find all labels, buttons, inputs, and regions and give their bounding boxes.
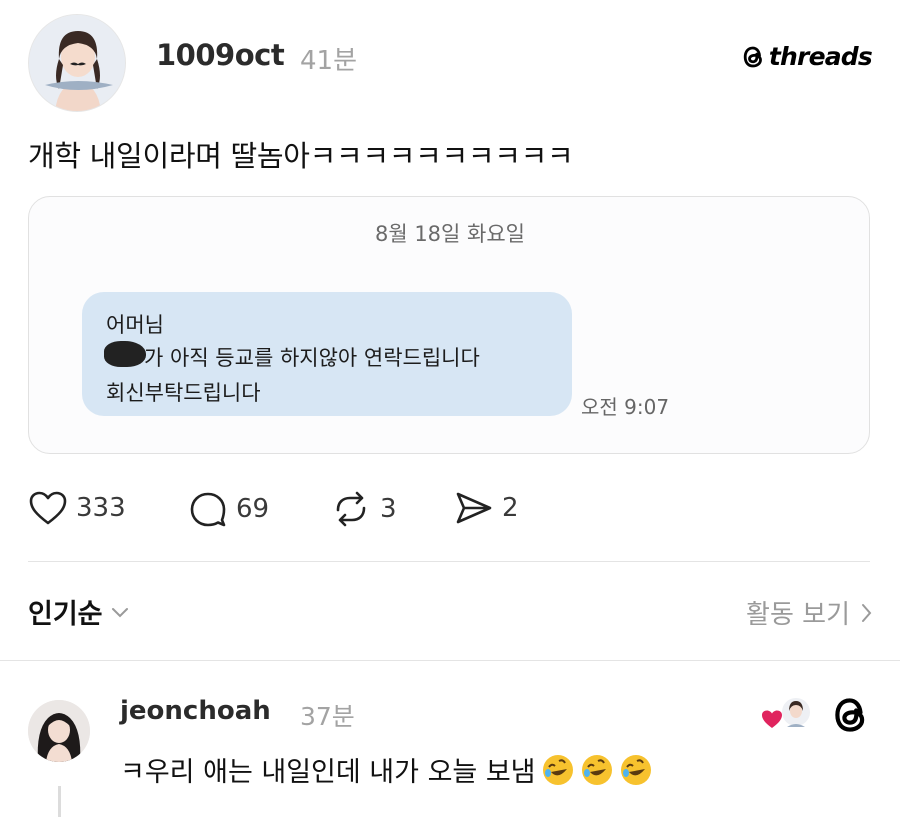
divider <box>0 660 900 661</box>
sort-dropdown[interactable]: 인기순 <box>28 592 129 631</box>
threads-wordmark: threads <box>768 42 873 71</box>
commenter-avatar[interactable] <box>28 700 90 762</box>
share-button[interactable]: 2 <box>454 490 519 526</box>
speech-bubble-icon <box>190 492 226 527</box>
view-activity-label: 활동 보기 <box>746 600 850 630</box>
repost-button[interactable]: 3 <box>330 490 397 528</box>
like-count: 333 <box>76 493 126 523</box>
send-icon <box>456 492 492 524</box>
rolling-on-floor-laughing-icon <box>542 754 573 785</box>
like-button[interactable]: 333 <box>28 490 126 526</box>
attached-image[interactable]: 8월 18일 화요일 어머님 가 아직 등교를 하지않아 연락드립니다 회신부탁… <box>28 196 870 454</box>
message-time: 오전 9:07 <box>581 395 670 419</box>
threads-badge-icon <box>830 694 870 740</box>
redaction-scribble <box>104 341 146 367</box>
message-line-1: 어머님 <box>106 313 164 337</box>
post-text: 개학 내일이라며 딸놈아ㅋㅋㅋㅋㅋㅋㅋㅋㅋㅋ <box>28 139 574 173</box>
threads-brand: threads <box>741 42 873 71</box>
message-line-2: 가 아직 등교를 하지않아 연락드립니다 <box>144 346 480 370</box>
share-count: 2 <box>502 493 519 523</box>
comment-text: ㅋ우리 애는 내일인데 내가 오늘 보냄 <box>120 750 653 789</box>
comment-button[interactable]: 69 <box>188 490 269 528</box>
author-liked-indicator <box>760 694 814 734</box>
author-username[interactable]: 1009oct <box>156 38 285 72</box>
comment-body: ㅋ우리 애는 내일인데 내가 오늘 보냄 <box>120 757 536 788</box>
repost-icon <box>336 491 366 527</box>
repost-count: 3 <box>380 494 397 524</box>
author-avatar[interactable] <box>28 14 126 112</box>
message-bubble: 어머님 가 아직 등교를 하지않아 연락드립니다 회신부탁드립니다 <box>82 292 572 416</box>
rolling-on-floor-laughing-icon <box>581 754 612 785</box>
chevron-right-icon <box>862 603 872 622</box>
view-activity-link[interactable]: 활동 보기 <box>746 594 872 631</box>
sort-label: 인기순 <box>28 599 103 630</box>
chevron-down-icon <box>111 607 128 617</box>
commenter-username[interactable]: jeonchoah <box>120 696 271 726</box>
rolling-on-floor-laughing-icon <box>620 754 651 785</box>
message-line-3: 회신부탁드립니다 <box>106 381 261 405</box>
comment-timestamp: 37분 <box>300 702 355 731</box>
threads-logo-icon <box>743 46 762 67</box>
message-date: 8월 18일 화요일 <box>374 222 526 246</box>
divider <box>28 561 870 562</box>
heart-liked-icon <box>762 710 782 728</box>
heart-icon <box>29 491 67 525</box>
post-timestamp: 41분 <box>300 46 358 76</box>
reply-thread-line <box>58 786 61 817</box>
comment-count: 69 <box>236 494 270 524</box>
